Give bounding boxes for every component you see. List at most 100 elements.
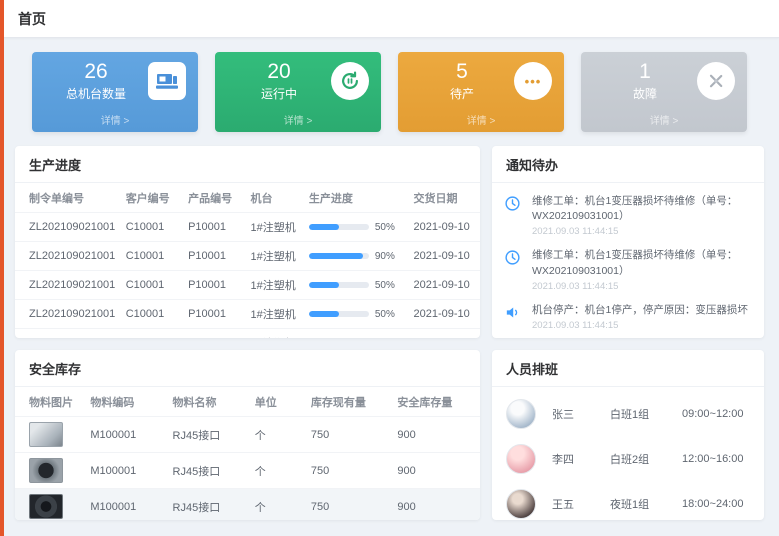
bottom-panels-row: 安全库存 物料图片 物料编码 物料名称 单位 库存现有量 安全库存量 M1000…	[0, 338, 779, 520]
cell-material-code: M100001	[86, 489, 168, 521]
col-order-no: 制令单编号	[15, 183, 122, 213]
stat-detail-link[interactable]: 详情 >	[593, 112, 735, 127]
col-product-no: 产品编号	[184, 183, 246, 213]
notice-item[interactable]: 计划督促：机台1生产计划已督促 2021.09.03 11:44:15	[504, 337, 752, 338]
notice-text: 机台停产：机台1停产，停产原因：变压器损坏	[532, 303, 752, 318]
cell-product-no: P10001	[184, 271, 246, 300]
staff-schedule-panel: 人员排班 张三 白班1组 09:00~12:00 李四 白班2组 12:00~1…	[492, 350, 764, 520]
progress-bar	[309, 282, 369, 288]
cell-product-no: P10001	[184, 242, 246, 271]
top-panels-row: 生产进度 制令单编号 客户编号 产品编号 机台 生产进度 交货日期 ZL2021…	[0, 132, 779, 338]
cell-customer-no: C10001	[122, 213, 184, 242]
stat-detail-link[interactable]: 详情 >	[410, 112, 552, 127]
progress-percent: 50%	[375, 309, 395, 320]
cell-material-name: RJ45接口	[169, 489, 251, 521]
table-row: M100001 RJ45接口 个 750 900	[15, 489, 480, 521]
cell-date: 2021-09-10	[410, 242, 480, 271]
staff-name: 张三	[552, 406, 610, 422]
cell-material-image	[15, 489, 86, 521]
panel-title: 人员排班	[492, 350, 764, 387]
cell-current-stock: 750	[307, 489, 394, 521]
cell-machine: 1#注塑机	[246, 329, 304, 339]
cell-order-no: ZL202109021001	[15, 271, 122, 300]
staff-shift: 白班2组	[610, 451, 682, 467]
staff-time: 18:00~24:00	[682, 498, 743, 510]
cell-material-code: M100001	[86, 417, 168, 453]
page-title: 首页	[18, 9, 46, 29]
staff-name: 王五	[552, 496, 610, 512]
staff-row: 李四 白班2组 12:00~16:00	[506, 436, 750, 481]
progress-bar	[309, 253, 369, 259]
cell-material-name: RJ45接口	[169, 453, 251, 489]
production-progress-panel: 生产进度 制令单编号 客户编号 产品编号 机台 生产进度 交货日期 ZL2021…	[15, 146, 480, 338]
rj45-connector-photo	[29, 422, 63, 447]
avatar	[506, 444, 536, 474]
cell-current-stock: 750	[307, 453, 394, 489]
progress-percent: 90%	[375, 251, 395, 262]
cell-order-no: ZL202109021001	[15, 213, 122, 242]
cell-progress: 90%	[305, 242, 410, 271]
cell-date: 2021-09-10	[410, 329, 480, 339]
cell-customer-no: C10001	[122, 242, 184, 271]
avatar	[506, 399, 536, 429]
cell-order-no: ZL202109021001	[15, 242, 122, 271]
notice-time: 2021.09.03 11:44:15	[532, 226, 752, 237]
clock-icon	[504, 194, 524, 237]
cell-unit: 个	[251, 489, 307, 521]
table-header-row: 制令单编号 客户编号 产品编号 机台 生产进度 交货日期	[15, 183, 480, 213]
stat-value: 20	[227, 60, 331, 83]
col-machine: 机台	[246, 183, 304, 213]
staff-shift: 白班1组	[610, 406, 682, 422]
table-header-row: 物料图片 物料编码 物料名称 单位 库存现有量 安全库存量	[15, 387, 480, 417]
cell-customer-no: C10001	[122, 300, 184, 329]
stat-label: 运行中	[227, 85, 331, 102]
speaker-icon	[504, 303, 524, 331]
staff-time: 09:00~12:00	[682, 408, 743, 420]
table-row: ZL202109021001 C10001 P10001 1#注塑机 90% 2…	[15, 242, 480, 271]
cell-material-image	[15, 417, 86, 453]
table-row: ZL202109021001 C10001 P10001 1#注塑机 50% 2…	[15, 329, 480, 339]
notice-item[interactable]: 机台停产：机台1停产，停产原因：变压器损坏 2021.09.03 11:44:1…	[504, 298, 752, 337]
staff-shift: 夜班1组	[610, 496, 682, 512]
stat-label: 故障	[593, 85, 697, 102]
stat-card-total-machines: 26 总机台数量 详情 >	[32, 52, 198, 132]
cell-product-no: P10001	[184, 329, 246, 339]
col-customer-no: 客户编号	[122, 183, 184, 213]
cell-customer-no: C10001	[122, 271, 184, 300]
stat-value: 5	[410, 60, 514, 83]
notifications-panel: 通知待办 维修工单：机台1变压器损坏待维修（单号：WX202109031001）…	[492, 146, 764, 338]
cell-date: 2021-09-10	[410, 213, 480, 242]
progress-bar	[309, 224, 369, 230]
cell-current-stock: 750	[307, 417, 394, 453]
cell-machine: 1#注塑机	[246, 300, 304, 329]
cell-material-image	[15, 453, 86, 489]
stat-detail-link[interactable]: 详情 >	[44, 112, 186, 127]
top-header-bar: 首页	[0, 0, 779, 38]
notice-item[interactable]: 维修工单：机台1变压器损坏待维修（单号：WX202109031001） 2021…	[504, 243, 752, 297]
col-date: 交货日期	[410, 183, 480, 213]
cell-order-no: ZL202109021001	[15, 329, 122, 339]
stat-card-waiting: 5 待产 ••• 详情 >	[398, 52, 564, 132]
cell-material-code: M100001	[86, 453, 168, 489]
speaker-part-photo	[29, 494, 63, 519]
progress-percent: 50%	[375, 280, 395, 291]
notice-time: 2021.09.03 11:44:15	[532, 281, 752, 292]
table-row: ZL202109021001 C10001 P10001 1#注塑机 50% 2…	[15, 300, 480, 329]
notice-text: 维修工单：机台1变压器损坏待维修（单号：WX202109031001）	[532, 248, 752, 278]
notice-time: 2021.09.03 11:44:15	[532, 320, 752, 331]
cell-order-no: ZL202109021001	[15, 300, 122, 329]
progress-bar	[309, 311, 369, 317]
cell-unit: 个	[251, 453, 307, 489]
cell-progress: 50%	[305, 300, 410, 329]
safety-stock-panel: 安全库存 物料图片 物料编码 物料名称 单位 库存现有量 安全库存量 M1000…	[15, 350, 480, 520]
stat-label: 总机台数量	[44, 85, 148, 102]
notice-item[interactable]: 维修工单：机台1变压器损坏待维修（单号：WX202109031001） 2021…	[504, 189, 752, 243]
cell-machine: 1#注塑机	[246, 271, 304, 300]
stock-table: 物料图片 物料编码 物料名称 单位 库存现有量 安全库存量 M100001 RJ…	[15, 387, 480, 520]
stat-value: 1	[593, 60, 697, 83]
col-material-name: 物料名称	[169, 387, 251, 417]
col-material-code: 物料编码	[86, 387, 168, 417]
waiting-dots-icon: •••	[514, 62, 552, 100]
cell-safety-stock: 900	[393, 453, 480, 489]
stat-detail-link[interactable]: 详情 >	[227, 112, 369, 127]
